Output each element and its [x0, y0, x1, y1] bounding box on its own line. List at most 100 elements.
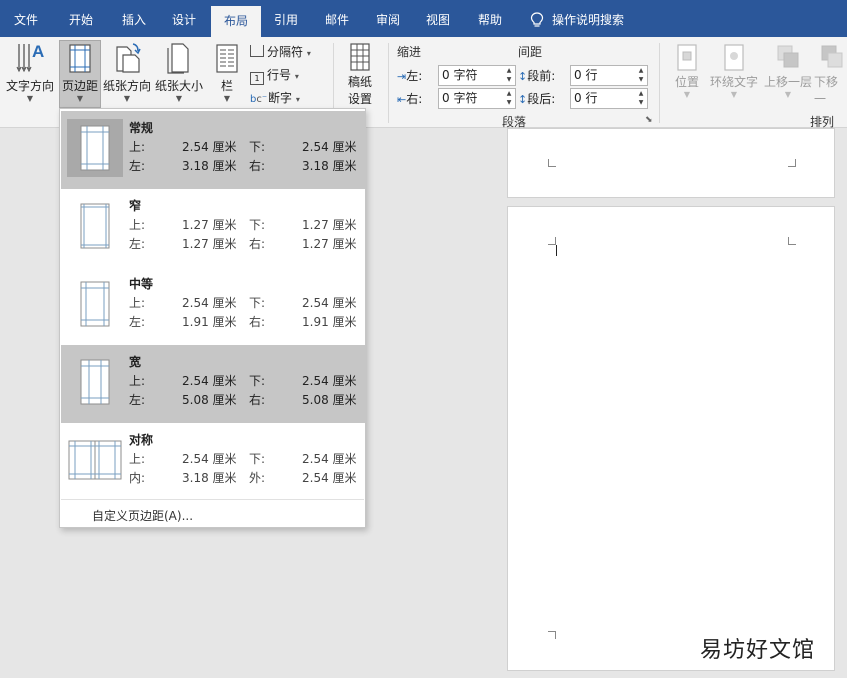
top-label: 上: — [129, 140, 146, 154]
paper-size-label: 纸张大小 — [154, 79, 203, 93]
menu-divider — [61, 499, 364, 500]
bring-forward-button[interactable]: 上移一层 ▼ — [762, 43, 814, 103]
paper-size-button[interactable]: 纸张大小 ▼ — [153, 41, 205, 107]
indent-right-icon: ⇤ — [397, 93, 407, 106]
custom-margins-item[interactable]: 自定义页边距(A)... — [92, 507, 193, 524]
text-direction-button[interactable]: A 文字方向 ▼ — [3, 41, 57, 107]
top-value: 2.54 厘米 — [182, 374, 237, 388]
chevron-down-icon: ▼ — [26, 94, 34, 103]
margins-icon — [69, 44, 91, 73]
orientation-label: 纸张方向 — [102, 79, 151, 93]
indent-right-text: 右: — [406, 92, 423, 106]
position-button[interactable]: 位置 ▼ — [668, 43, 706, 103]
tab-home[interactable]: 开始 — [57, 0, 105, 37]
document-page-2[interactable] — [507, 206, 835, 671]
columns-button[interactable]: 栏 ▼ — [208, 41, 246, 107]
left-label: 左: — [129, 159, 146, 173]
inside-label: 内: — [129, 471, 146, 485]
spin-arrows-icon[interactable]: ▲ ▼ — [503, 89, 515, 108]
margin-option-normal[interactable]: 常规 上: 2.54 厘米 下: 2.54 厘米 左: 3.18 厘米 右: 3… — [61, 111, 365, 189]
tab-design[interactable]: 设计 — [160, 0, 208, 37]
margin-preview-icon — [80, 281, 110, 327]
spacing-after-label: ↕段后: — [518, 90, 555, 107]
spin-arrows-icon[interactable]: ▲ ▼ — [635, 89, 647, 108]
spacing-label: 间距 — [518, 45, 543, 59]
crop-mark — [548, 159, 556, 167]
margin-option-moderate[interactable]: 中等 上: 2.54 厘米 下: 2.54 厘米 左: 1.91 厘米 右: 1… — [61, 267, 365, 345]
chevron-down-icon: ▾ — [295, 95, 300, 104]
breaks-button[interactable]: 分隔符 ▾ — [250, 43, 311, 60]
spacing-before-label: ↕段前: — [518, 67, 555, 84]
group-separator — [388, 43, 389, 123]
top-value: 1.27 厘米 — [182, 218, 237, 232]
spin-arrows-icon[interactable]: ▲ ▼ — [503, 66, 515, 85]
hyphenation-icon: bc⁻ — [250, 94, 268, 105]
tab-mailings[interactable]: 邮件 — [313, 0, 361, 37]
document-page-1[interactable] — [507, 128, 835, 198]
left-value: 1.27 厘米 — [182, 237, 237, 251]
spacing-after-icon: ↕ — [518, 93, 528, 106]
spacing-after-input[interactable]: 0 行 ▲ ▼ — [570, 88, 648, 109]
indent-right-input[interactable]: 0 字符 ▲ ▼ — [438, 88, 516, 109]
bottom-value: 2.54 厘米 — [302, 140, 357, 154]
indent-left-text: 左: — [406, 69, 423, 83]
spin-arrows-icon[interactable]: ▲ ▼ — [635, 66, 647, 85]
tab-review[interactable]: 审阅 — [364, 0, 412, 37]
text-cursor — [556, 245, 557, 256]
chevron-down-icon: ▼ — [223, 94, 231, 103]
tab-insert[interactable]: 插入 — [110, 0, 158, 37]
tab-view[interactable]: 视图 — [414, 0, 462, 37]
position-label: 位置 — [674, 75, 699, 89]
line-numbers-label: 行号 — [267, 68, 292, 82]
send-backward-button[interactable]: 下移一 ▼ — [814, 43, 847, 103]
orientation-button[interactable]: 纸张方向 ▼ — [102, 41, 152, 107]
draft-paper-label-1: 稿纸 — [347, 75, 372, 89]
hyphenation-label: 断字 — [268, 91, 293, 105]
indent-left-input[interactable]: 0 字符 ▲ ▼ — [438, 65, 516, 86]
spacing-before-input[interactable]: 0 行 ▲ ▼ — [570, 65, 648, 86]
chevron-down-icon: ▼ — [123, 94, 131, 103]
indent-right-value: 0 字符 — [442, 91, 478, 105]
chevron-down-icon: ▼ — [683, 90, 691, 99]
tab-references[interactable]: 引用 — [262, 0, 310, 37]
margin-preview-icon — [68, 440, 122, 480]
tab-layout[interactable]: 布局 — [211, 6, 261, 37]
top-label: 上: — [129, 218, 146, 232]
margin-preview-icon — [67, 119, 123, 177]
right-value: 3.18 厘米 — [302, 159, 357, 173]
bottom-label: 下: — [249, 140, 266, 154]
indent-left-label: ⇥左: — [397, 67, 422, 84]
left-value: 3.18 厘米 — [182, 159, 237, 173]
dialog-launcher-icon[interactable]: ⬊ — [645, 115, 653, 125]
top-label: 上: — [129, 374, 146, 388]
margin-option-narrow[interactable]: 窄 上: 1.27 厘米 下: 1.27 厘米 左: 1.27 厘米 右: 1.… — [61, 189, 365, 267]
left-value: 1.91 厘米 — [182, 315, 237, 329]
bring-forward-icon — [777, 45, 799, 68]
tab-help[interactable]: 帮助 — [466, 0, 514, 37]
watermark: 易坊好文馆 — [700, 638, 816, 663]
draft-paper-label-2: 设置 — [347, 92, 372, 106]
outside-label: 外: — [249, 471, 266, 485]
line-numbers-icon: 1 — [250, 72, 264, 85]
margin-option-wide[interactable]: 宽 上: 2.54 厘米 下: 2.54 厘米 左: 5.08 厘米 右: 5.… — [61, 345, 365, 423]
hyphenation-button[interactable]: bc⁻断字 ▾ — [250, 89, 300, 106]
margin-option-name: 中等 — [129, 277, 154, 291]
columns-label: 栏 — [220, 79, 233, 93]
indent-right-label: ⇤右: — [397, 90, 422, 107]
chevron-down-icon: ▼ — [175, 94, 183, 103]
wrap-text-icon — [724, 44, 744, 71]
right-label: 右: — [249, 237, 266, 251]
line-numbers-button[interactable]: 1 行号 ▾ — [250, 66, 299, 85]
left-label: 左: — [129, 315, 146, 329]
tab-file[interactable]: 文件 — [2, 0, 50, 37]
menu-bar: 文件 开始 插入 设计 布局 引用 邮件 审阅 视图 帮助 操作说明搜索 — [0, 0, 847, 37]
margin-option-mirrored[interactable]: 对称 上: 2.54 厘米 下: 2.54 厘米 内: 3.18 厘米 外: 2… — [61, 423, 365, 501]
wrap-text-button[interactable]: 环绕文字 ▼ — [708, 43, 760, 103]
draft-paper-icon — [350, 43, 370, 71]
top-value: 2.54 厘米 — [182, 296, 237, 310]
tell-me-search[interactable]: 操作说明搜索 — [552, 0, 632, 37]
crop-mark — [548, 237, 556, 245]
bottom-value: 2.54 厘米 — [302, 374, 357, 388]
margins-button[interactable]: 页边距 ▼ — [59, 40, 101, 108]
draft-paper-button[interactable]: 稿纸 设置 — [338, 41, 382, 107]
